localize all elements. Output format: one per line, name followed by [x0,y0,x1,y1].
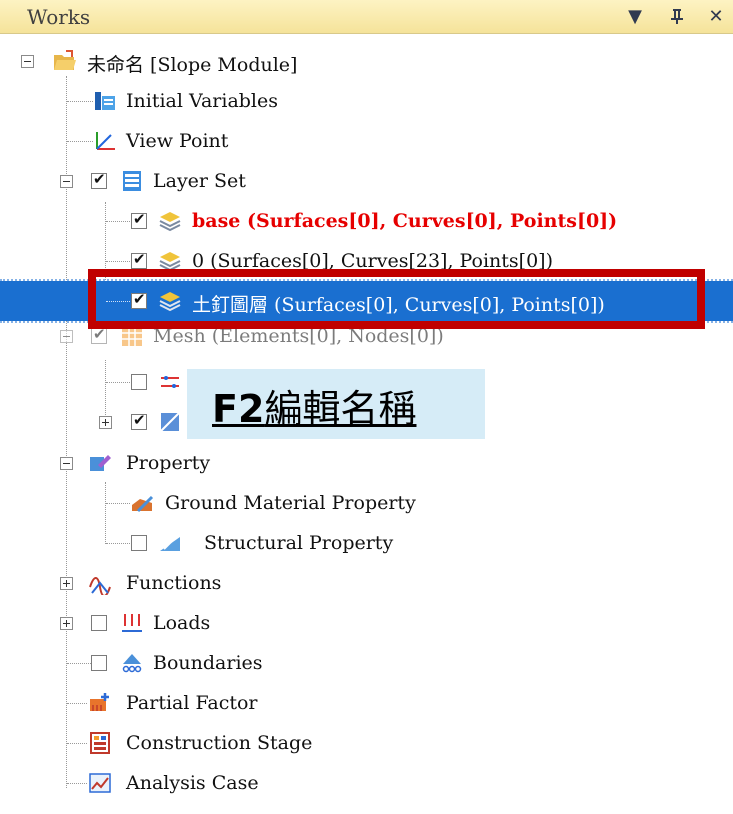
loads-icon [122,614,142,632]
tree-item-boundaries[interactable]: Boundaries [0,643,733,683]
item-checkbox[interactable] [131,535,147,551]
collapse-icon[interactable] [21,55,34,68]
hint-label: 編輯名稱 [264,387,417,431]
tree-item-initial-variables[interactable]: Initial Variables [0,81,733,121]
tree-label: 土釘圖層 (Surfaces[0], Curves[0], Points[0]) [192,294,605,316]
layer-set-icon [123,171,141,191]
layer-set-checkbox[interactable] [91,170,107,189]
panel-title: Works [27,5,91,29]
tree-label: Ground Material Property [165,492,416,514]
layers-icon [159,252,181,272]
mesh-checkbox[interactable] [91,325,107,344]
tree-item-layer-set[interactable]: Layer Set [0,161,733,201]
layer-checkbox[interactable] [131,250,147,269]
axis-icon [96,132,115,150]
tree-label: Mesh (Elements[0], Nodes[0]) [153,325,444,347]
tree-item-layer-0[interactable]: 0 (Surfaces[0], Curves[23], Points[0]) [0,241,733,281]
tree-item-property[interactable]: Property [0,443,733,483]
pin-icon[interactable] [664,4,690,28]
close-icon[interactable]: ✕ [703,4,729,28]
tree-item-view-point[interactable]: View Point [0,121,733,161]
item-checkbox[interactable] [131,374,147,390]
rename-hint-callout: F2編輯名稱 [187,369,485,439]
collapse-icon[interactable] [60,330,73,343]
tree-item-analysis-case[interactable]: Analysis Case [0,763,733,803]
tree-label: Property [126,452,211,474]
tree-item-mesh[interactable]: Mesh (Elements[0], Nodes[0]) [0,324,733,364]
tree-label: Layer Set [153,170,246,192]
analysis-case-icon [89,773,111,793]
collapse-icon[interactable] [60,175,73,188]
hint-key: F2 [212,387,265,431]
layer-checkbox[interactable] [131,290,147,309]
boundaries-icon [122,654,142,673]
layer-checkbox[interactable] [131,210,147,229]
tree-item-ground-material-property[interactable]: Ground Material Property [0,483,733,523]
tree-label: Loads [153,612,211,634]
variables-icon [95,92,115,110]
tree-label: Partial Factor [126,692,258,714]
functions-icon [89,577,111,595]
tree-label: base (Surfaces[0], Curves[0], Points[0]) [192,210,618,232]
tree-item-layer-soil-nail[interactable]: 土釘圖層 (Surfaces[0], Curves[0], Points[0]) [0,279,733,323]
structural-property-icon [160,536,180,551]
dropdown-icon[interactable]: ▼ [622,4,648,28]
tree-label: Functions [126,572,222,594]
property-icon [90,455,111,471]
item-checkbox[interactable] [131,411,147,430]
collapse-icon[interactable] [60,457,73,470]
tree-label: Construction Stage [126,732,313,754]
ground-material-icon [132,495,154,513]
loads-checkbox[interactable] [91,615,107,631]
tree-item-root[interactable]: 未命名 [Slope Module] [0,41,733,81]
partial-factor-icon [90,693,109,711]
tree-item-construction-stage[interactable]: Construction Stage [0,723,733,763]
tree-label: Initial Variables [126,90,278,112]
expand-icon[interactable] [60,617,73,630]
tree-item-partial-factor[interactable]: Partial Factor [0,683,733,723]
layers-icon [159,292,181,312]
folder-open-icon [54,50,76,70]
tree-label: View Point [126,130,229,152]
tree-item-functions[interactable]: Functions [0,563,733,603]
mesh-set-icon [160,412,180,432]
tree-label: Structural Property [204,532,394,554]
tree-label: Analysis Case [126,772,259,794]
mesh-icon [122,326,142,346]
tree-item-layer-base[interactable]: base (Surfaces[0], Curves[0], Points[0]) [0,201,733,241]
boundaries-checkbox[interactable] [91,655,107,671]
tree-label: Boundaries [153,652,263,674]
tree-item-loads[interactable]: Loads [0,603,733,643]
mesh-control-icon [161,376,179,388]
construction-stage-icon [90,732,110,754]
tree-label: 0 (Surfaces[0], Curves[23], Points[0]) [192,250,554,272]
expand-icon[interactable] [99,416,112,429]
panel-titlebar: Works ▼ ✕ [0,0,733,34]
tree-label: 未命名 [Slope Module] [87,54,298,76]
layers-icon [159,212,181,232]
tree-item-structural-property[interactable]: Structural Property [0,523,733,563]
rename-hint-text: F2編輯名稱 [212,378,416,433]
expand-icon[interactable] [60,577,73,590]
